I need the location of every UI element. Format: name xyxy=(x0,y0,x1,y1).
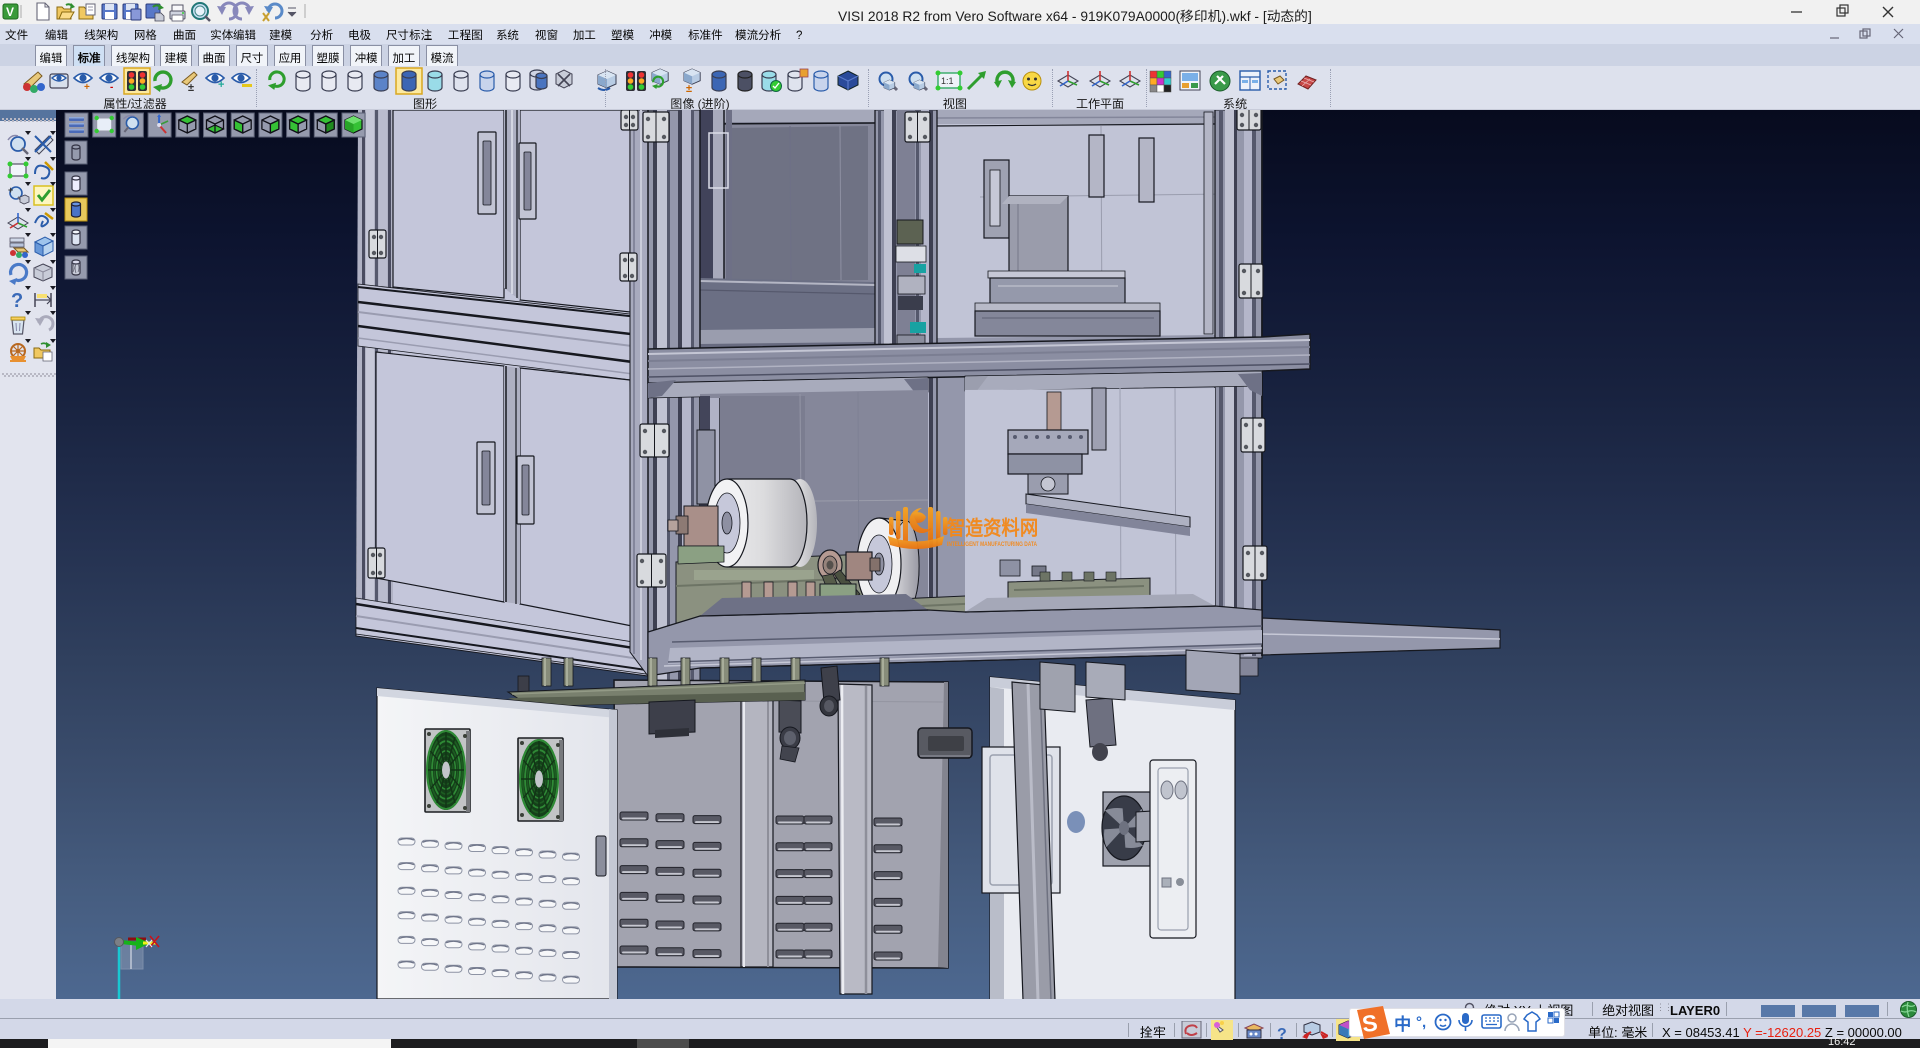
svg-text:-: - xyxy=(110,78,113,93)
svg-text:INTELLIGENT MANUFACTURING DATA: INTELLIGENT MANUFACTURING DATA xyxy=(947,539,1038,548)
svg-text:±: ± xyxy=(188,79,194,95)
svg-text:+: + xyxy=(8,183,13,196)
svg-text:°,: °, xyxy=(1416,1011,1426,1032)
svg-text:?: ? xyxy=(11,284,23,313)
svg-text:中: 中 xyxy=(1394,1010,1411,1035)
svg-text:+: + xyxy=(84,78,90,93)
svg-text:+: + xyxy=(218,76,224,92)
svg-text:±: ± xyxy=(686,80,692,96)
svg-text:1:1: 1:1 xyxy=(941,74,954,87)
svg-text:智造资料网: 智造资料网 xyxy=(946,511,1038,541)
